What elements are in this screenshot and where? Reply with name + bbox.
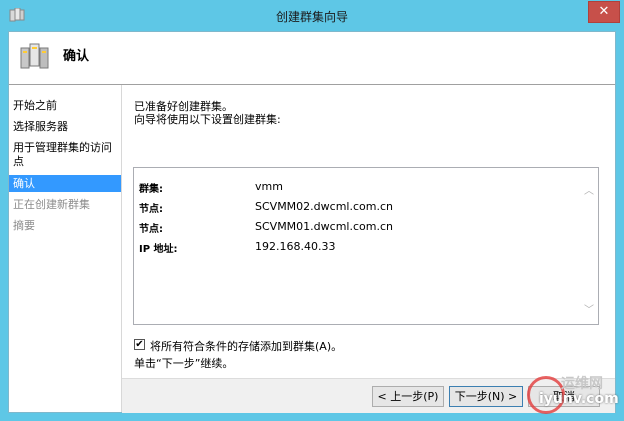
- nav-item-confirm[interactable]: 确认: [9, 175, 121, 192]
- continue-hint: 单击“下一步”继续。: [134, 357, 234, 370]
- page-title: 确认: [63, 49, 90, 64]
- summary-value-node: SCVMM01.dwcml.com.cn: [255, 220, 393, 233]
- summary-label-node: 节点:: [139, 224, 163, 235]
- summary-value-node: SCVMM02.dwcml.com.cn: [255, 200, 393, 213]
- summary-label-ip: IP 地址:: [139, 244, 178, 255]
- summary-label-node: 节点:: [139, 204, 163, 215]
- scroll-down-arrow-icon[interactable]: ﹀: [584, 301, 594, 316]
- nav-item-select-servers[interactable]: 选择服务器: [9, 120, 121, 134]
- summary-value-ip: 192.168.40.33: [255, 240, 336, 253]
- next-button[interactable]: 下一步(N) >: [449, 386, 523, 407]
- summary-value-cluster: vmm: [255, 180, 283, 193]
- watermark-domain: iyunv.com: [539, 391, 619, 407]
- add-storage-checkbox-label[interactable]: 将所有符合条件的存储添加到群集(A)。: [150, 338, 342, 354]
- nav-item-before-begin[interactable]: 开始之前: [9, 99, 121, 113]
- intro-text-settings: 向导将使用以下设置创建群集:: [134, 113, 281, 126]
- nav-item-creating-cluster: 正在创建新群集: [13, 198, 90, 211]
- add-storage-checkbox[interactable]: ✔: [134, 339, 145, 350]
- wizard-steps-nav: 开始之前 选择服务器 用于管理群集的访问点 确认 正在创建新群集 摘要: [9, 85, 121, 412]
- close-button[interactable]: ✕: [588, 1, 620, 23]
- scroll-up-arrow-icon[interactable]: ︿: [584, 182, 594, 197]
- watermark: 运维网 iyunv.com: [519, 371, 619, 415]
- wizard-header: 确认: [9, 32, 615, 85]
- watermark-text: 运维网: [561, 376, 603, 392]
- wizard-window: 确认 开始之前 选择服务器 用于管理群集的访问点 确认 正在创建新群集 摘要 已…: [8, 31, 616, 413]
- window-title: 创建群集向导: [275, 10, 348, 24]
- settings-summary-box[interactable]: 群集: vmm 节点: SCVMM02.dwcml.com.cn 节点: SCV…: [133, 167, 599, 325]
- summary-label-cluster: 群集:: [139, 184, 163, 195]
- content-panel: 已准备好创建群集。 向导将使用以下设置创建群集: 群集: vmm 节点: SCV…: [122, 85, 615, 378]
- cluster-servers-icon: [20, 43, 49, 69]
- nav-item-summary: 摘要: [13, 219, 35, 232]
- title-bar: 创建群集向导 ✕: [0, 0, 624, 31]
- nav-item-access-point[interactable]: 用于管理群集的访问点: [9, 141, 117, 169]
- previous-button[interactable]: < 上一步(P): [372, 386, 444, 407]
